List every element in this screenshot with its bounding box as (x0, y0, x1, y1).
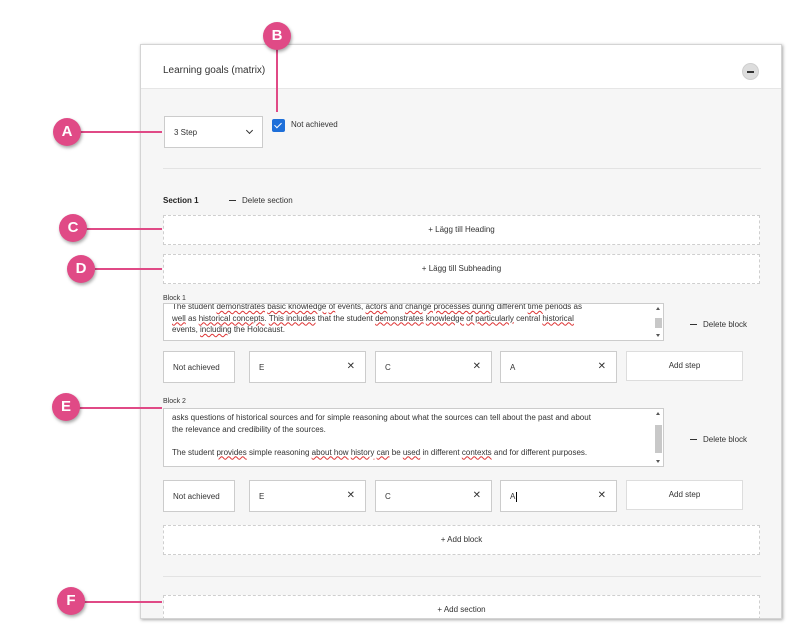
callout-b-line (276, 48, 278, 112)
add-section-button[interactable]: + Add section (163, 595, 760, 618)
callout-d-line (95, 268, 162, 270)
callout-d: D (67, 255, 95, 283)
callout-a-line (80, 131, 162, 133)
close-icon[interactable]: ✕ (473, 490, 481, 501)
scroll-up-icon (656, 307, 660, 310)
block-2-line: asks questions of historical sources and… (172, 413, 591, 422)
minus-icon (690, 439, 697, 441)
step-field-a[interactable]: A ✕ (500, 480, 617, 512)
close-icon[interactable]: ✕ (598, 361, 606, 372)
delete-block-label: Delete block (703, 435, 748, 444)
callout-f: F (57, 587, 85, 615)
scrollbar-thumb[interactable] (655, 318, 662, 328)
divider (163, 168, 761, 169)
step-count-value: 3 Step (174, 128, 198, 137)
step-field-a[interactable]: A ✕ (500, 351, 617, 383)
panel-title: Learning goals (matrix) (163, 65, 266, 76)
step-label: Not achieved (173, 492, 220, 501)
step-value: C (385, 363, 391, 372)
block-label: Block 2 (163, 398, 186, 405)
block-1-textarea[interactable]: The student demonstrates basic knowledge… (163, 303, 664, 341)
close-icon[interactable]: ✕ (347, 490, 355, 501)
callout-e-line (78, 407, 162, 409)
add-subheading-button[interactable]: + Lägg till Subheading (163, 254, 760, 284)
add-step-button[interactable]: Add step (626, 480, 743, 510)
step-count-select[interactable]: 3 Step (164, 116, 263, 148)
step-field-c[interactable]: C ✕ (375, 480, 492, 512)
close-icon[interactable]: ✕ (473, 361, 481, 372)
step-value: A (510, 492, 518, 502)
panel-header: Learning goals (matrix) (141, 45, 781, 89)
callout-c: C (59, 214, 87, 242)
close-icon[interactable]: ✕ (598, 490, 606, 501)
callout-b: B (263, 22, 291, 50)
block-2-textarea[interactable]: asks questions of historical sources and… (163, 408, 664, 467)
scroll-down-icon (656, 334, 660, 337)
callout-c-line (86, 228, 162, 230)
scroll-down-icon (656, 460, 660, 463)
minus-icon (229, 200, 236, 202)
step-value: A (510, 363, 516, 372)
block-1-scrollbar[interactable] (653, 304, 663, 340)
callout-f-line (84, 601, 162, 603)
delete-block-label: Delete block (703, 320, 748, 329)
learning-goals-panel: Learning goals (matrix) 3 Step Not achie… (140, 44, 782, 619)
scrollbar-thumb[interactable] (655, 425, 662, 453)
section-label: Section 1 (163, 196, 199, 205)
delete-section-label: Delete section (242, 196, 293, 205)
collapse-button[interactable] (742, 63, 759, 80)
chevron-down-icon (245, 126, 254, 135)
block-2-text: asks questions of historical sources and… (172, 413, 591, 457)
callout-e: E (52, 393, 80, 421)
step-field-not-achieved[interactable]: Not achieved (163, 480, 235, 512)
not-achieved-checkbox[interactable] (272, 119, 285, 132)
close-icon[interactable]: ✕ (347, 361, 355, 372)
add-block-button[interactable]: + Add block (163, 525, 760, 555)
step-label: Not achieved (173, 363, 220, 372)
block-2-line: the relevance and credibility of the sou… (172, 424, 326, 434)
divider (163, 576, 761, 577)
add-heading-button[interactable]: + Lägg till Heading (163, 215, 760, 245)
block-2-scrollbar[interactable] (653, 409, 663, 466)
step-value: E (259, 363, 265, 372)
step-value: E (259, 492, 265, 501)
minus-icon (690, 324, 697, 326)
step-value: C (385, 492, 391, 501)
block-1-text: The student demonstrates basic knowledge… (172, 303, 582, 334)
delete-section-button[interactable]: Delete section (229, 196, 293, 205)
step-field-e[interactable]: E ✕ (249, 480, 366, 512)
step-value-text: A (510, 492, 516, 502)
delete-block-1-button[interactable]: Delete block (690, 320, 747, 329)
step-field-not-achieved[interactable]: Not achieved (163, 351, 235, 383)
step-field-e[interactable]: E ✕ (249, 351, 366, 383)
text-cursor (516, 492, 518, 502)
callout-a: A (53, 118, 81, 146)
scroll-up-icon (656, 412, 660, 415)
block-label: Block 1 (163, 295, 186, 302)
add-step-button[interactable]: Add step (626, 351, 743, 381)
not-achieved-label: Not achieved (291, 120, 338, 129)
step-field-c[interactable]: C ✕ (375, 351, 492, 383)
delete-block-2-button[interactable]: Delete block (690, 435, 747, 444)
